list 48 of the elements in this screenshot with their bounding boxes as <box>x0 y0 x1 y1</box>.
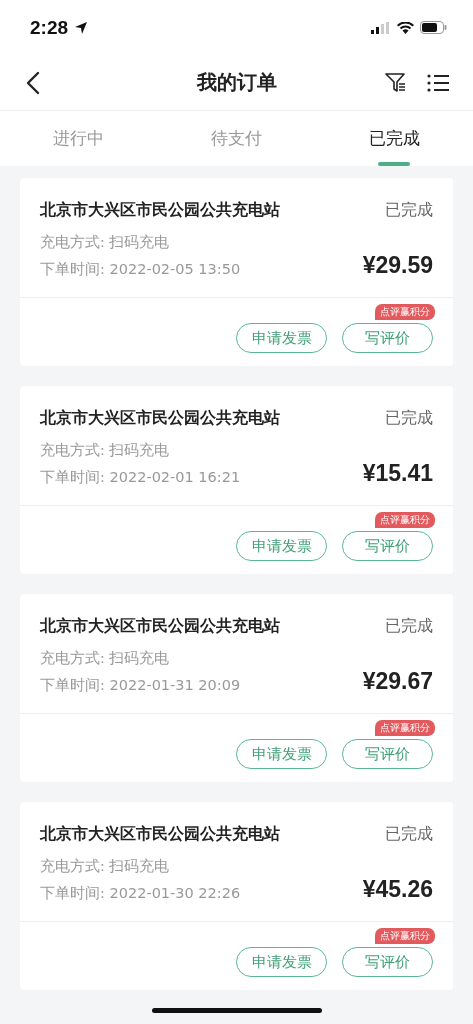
order-action-button[interactable]: 申请发票 <box>236 947 327 977</box>
order-status: 已完成 <box>385 616 433 637</box>
station-name: 北京市大兴区市民公园公共充电站 <box>40 824 280 845</box>
order-tab[interactable]: 进行中 <box>0 111 158 166</box>
charge-method: 充电方式: 扫码充电 <box>40 857 171 876</box>
charge-method: 充电方式: 扫码充电 <box>40 441 171 460</box>
order-time: 下单时间: 2022-01-30 22:26 <box>40 884 241 903</box>
order-price: ¥15.41 <box>362 460 433 487</box>
order-time: 下单时间: 2022-01-31 20:09 <box>40 676 241 695</box>
order-action-button[interactable]: 写评价 <box>342 531 433 561</box>
filter-icon[interactable] <box>385 72 407 93</box>
location-arrow-icon <box>74 20 89 35</box>
order-time: 下单时间: 2022-02-05 13:50 <box>40 260 241 279</box>
order-action-button[interactable]: 写评价 <box>342 739 433 769</box>
station-name: 北京市大兴区市民公园公共充电站 <box>40 408 280 429</box>
order-action-button[interactable]: 写评价 <box>342 323 433 353</box>
order-price: ¥45.26 <box>362 876 433 903</box>
back-icon[interactable] <box>26 70 40 95</box>
charge-method: 充电方式: 扫码充电 <box>40 233 171 252</box>
status-time: 2:28 <box>30 16 69 39</box>
order-price: ¥29.59 <box>362 252 433 279</box>
order-status: 已完成 <box>385 824 433 845</box>
charge-method: 充电方式: 扫码充电 <box>40 649 171 668</box>
order-card[interactable]: 北京市大兴区市民公园公共充电站 已完成 充电方式: 扫码充电 下单时间: 2022-02-01 16:21 ¥15.41 点评赢积分 申请发票 写评价 <box>20 386 453 574</box>
order-action-button[interactable]: 申请发票 <box>236 739 327 769</box>
page-title: 我的订单 <box>195 69 278 96</box>
order-status: 已完成 <box>385 200 433 221</box>
reward-badge: 点评赢积分 <box>375 512 435 528</box>
order-action-button[interactable]: 申请发票 <box>236 323 327 353</box>
order-tab[interactable]: 已完成 <box>315 111 473 166</box>
battery-icon <box>420 21 447 34</box>
signal-icon <box>371 21 391 34</box>
order-status: 已完成 <box>385 408 433 429</box>
order-time: 下单时间: 2022-02-01 16:21 <box>40 468 241 487</box>
order-price: ¥29.67 <box>362 668 433 695</box>
wifi-icon <box>397 21 414 34</box>
reward-badge: 点评赢积分 <box>375 928 435 944</box>
order-card[interactable]: 北京市大兴区市民公园公共充电站 已完成 充电方式: 扫码充电 下单时间: 2022-01-30 22:26 ¥45.26 点评赢积分 申请发票 写评价 <box>20 802 453 990</box>
station-name: 北京市大兴区市民公园公共充电站 <box>40 200 280 221</box>
order-card[interactable]: 北京市大兴区市民公园公共充电站 已完成 充电方式: 扫码充电 下单时间: 2022-01-31 20:09 ¥29.67 点评赢积分 申请发票 写评价 <box>20 594 453 782</box>
order-action-button[interactable]: 申请发票 <box>236 531 327 561</box>
reward-badge: 点评赢积分 <box>375 720 435 736</box>
list-icon[interactable] <box>427 73 449 92</box>
order-action-button[interactable]: 写评价 <box>342 947 433 977</box>
reward-badge: 点评赢积分 <box>375 304 435 320</box>
order-card[interactable]: 北京市大兴区市民公园公共充电站 已完成 充电方式: 扫码充电 下单时间: 2022-02-05 13:50 ¥29.59 点评赢积分 申请发票 写评价 <box>20 178 453 366</box>
order-tab[interactable]: 待支付 <box>157 111 316 166</box>
station-name: 北京市大兴区市民公园公共充电站 <box>40 616 280 637</box>
